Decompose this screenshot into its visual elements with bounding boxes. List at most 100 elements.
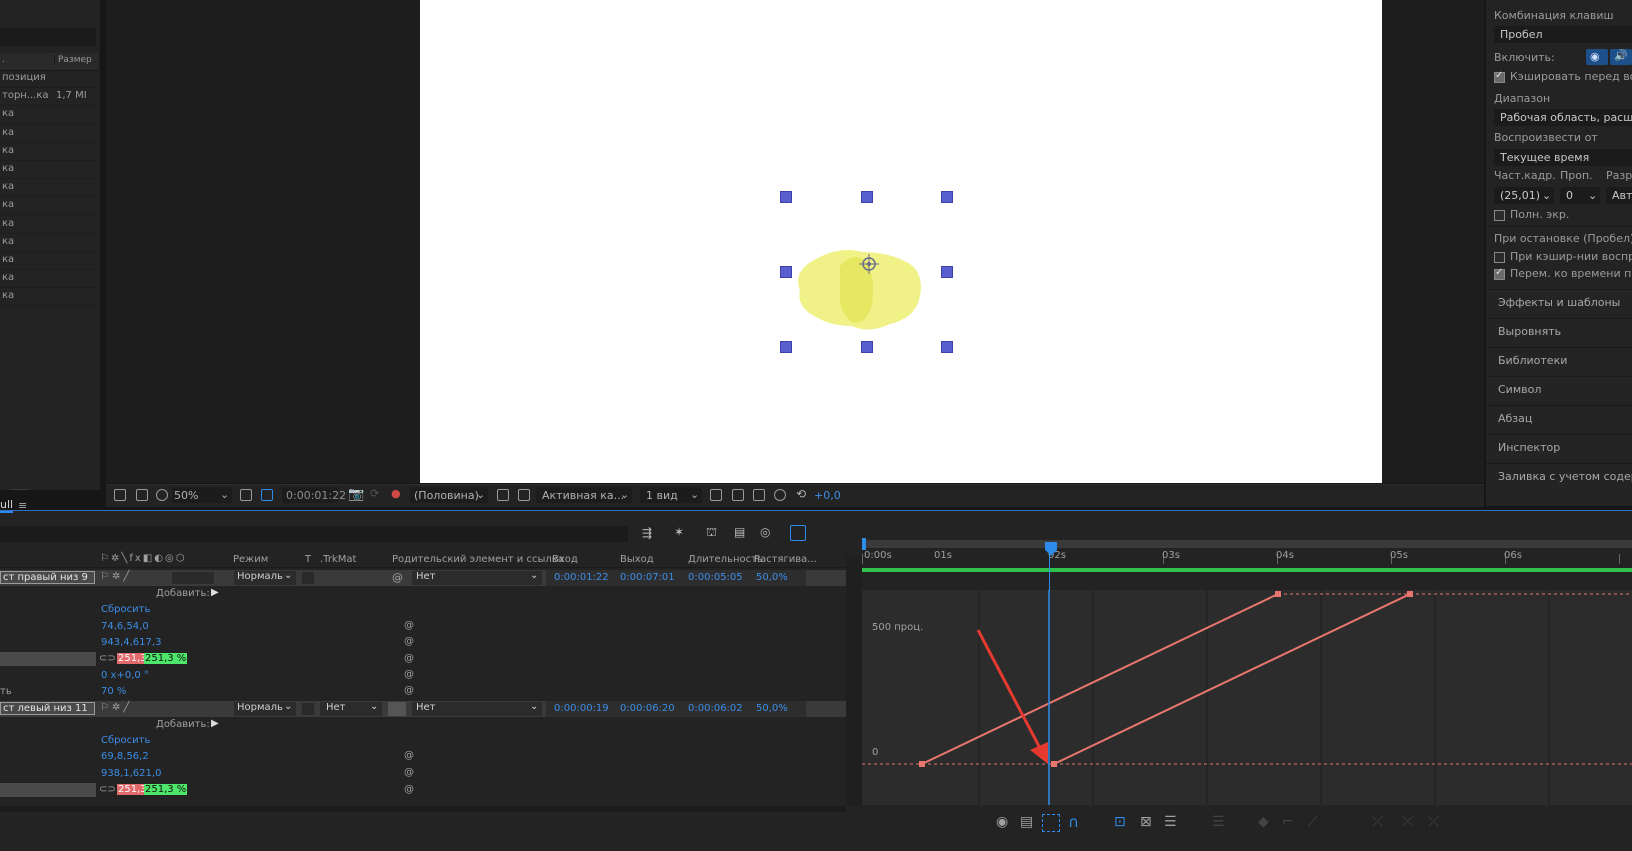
on-stop-cache-checkbox[interactable]: [1494, 252, 1505, 263]
horizontal-scrollbar[interactable]: [0, 806, 846, 812]
layer-mode-dropdown[interactable]: Нормаль ⌄: [234, 701, 296, 716]
transform-handle[interactable]: [861, 191, 873, 203]
fast-preview-icon[interactable]: [497, 489, 509, 501]
transform-handle[interactable]: [941, 191, 953, 203]
flowchart-icon[interactable]: [753, 489, 765, 501]
pickwhip-icon[interactable]: @: [392, 571, 403, 584]
region-of-interest-icon[interactable]: [261, 489, 273, 501]
anchor-point-value[interactable]: 74,6,54,0: [101, 621, 149, 632]
camera-snapshot-icon[interactable]: 📷: [348, 487, 364, 502]
move-time-checkbox[interactable]: [1494, 267, 1505, 280]
rotation-value[interactable]: 0 x+0,0 °: [101, 670, 149, 681]
play-from-dropdown[interactable]: Текущее время: [1494, 149, 1632, 166]
selected-property-bar[interactable]: [0, 783, 96, 797]
constrain-link-icon[interactable]: ⊂⊃: [99, 653, 116, 664]
layer-name[interactable]: ст левый низ 11: [0, 702, 95, 715]
channel-icon[interactable]: ●: [391, 487, 401, 500]
motion-blur-icon[interactable]: ◎: [760, 525, 770, 539]
snap-icon[interactable]: ∩: [1068, 813, 1079, 831]
layer-stretch[interactable]: 50,0%: [756, 703, 788, 714]
timeline-scrollbar[interactable]: [846, 556, 862, 806]
column-trkmat[interactable]: .TrkMat: [320, 554, 356, 565]
layer-row[interactable]: ст правый низ 9 ⚐✲╱ Нормаль ⌄ @ Нет ⌄ 0:00…: [0, 570, 846, 586]
camera-dropdown[interactable]: Активная ка... ⌄: [536, 487, 632, 503]
composition-viewer[interactable]: [106, 0, 1484, 483]
add-property-icon[interactable]: ▶: [211, 587, 219, 598]
project-item[interactable]: ка: [0, 234, 98, 252]
fps-dropdown[interactable]: (25,01) ⌄: [1494, 187, 1554, 204]
fit-frame-icon[interactable]: [240, 489, 252, 501]
project-item[interactable]: ка: [0, 161, 98, 179]
panel-section[interactable]: Заливка с учетом содерж: [1486, 463, 1632, 490]
project-col-name[interactable]: .: [2, 55, 5, 65]
panel-divider[interactable]: [1484, 0, 1486, 506]
mask-view-icon[interactable]: [156, 489, 168, 501]
panel-menu-icon[interactable]: ≡: [18, 499, 27, 512]
scale-y-value[interactable]: 251,3 %: [144, 784, 188, 795]
layer-mode-dropdown[interactable]: Нормаль ⌄: [234, 570, 296, 585]
skip-dropdown[interactable]: 0 ⌄: [1560, 187, 1600, 204]
pickwhip-icon[interactable]: @: [404, 784, 414, 795]
layer-duration[interactable]: 0:00:06:02: [688, 703, 743, 714]
anchor-point-value[interactable]: 69,8,56,2: [101, 751, 149, 762]
layer-switch-boxes[interactable]: [172, 572, 214, 584]
res-dropdown[interactable]: Авт: [1606, 187, 1632, 204]
always-preview-icon[interactable]: [114, 489, 126, 501]
layer-switches[interactable]: ⚐✲╱: [100, 571, 132, 582]
selected-property-bar[interactable]: [0, 652, 96, 666]
timeline-search-input[interactable]: [0, 526, 628, 542]
reset-icon[interactable]: ⟲: [796, 487, 806, 501]
exposure-value[interactable]: +0,0: [814, 489, 841, 502]
project-search-input[interactable]: [0, 28, 96, 46]
reset-transform-link[interactable]: Сбросить: [101, 735, 150, 746]
transparency-grid-icon[interactable]: [518, 489, 530, 501]
panel-section[interactable]: Символ: [1486, 376, 1632, 403]
time-ruler[interactable]: 0:00s 01s 02s 03s 04s 05s 06s: [862, 538, 1632, 572]
fit-selection-icon[interactable]: ⊠: [1140, 814, 1152, 830]
frame-blending-icon[interactable]: ▤: [734, 525, 745, 539]
parent-dropdown[interactable]: Нет ⌄: [412, 570, 542, 585]
hide-shy-icon[interactable]: ⛫: [706, 525, 717, 541]
eye-icon[interactable]: ◉: [996, 814, 1008, 830]
add-property-icon[interactable]: ▶: [211, 718, 219, 729]
column-out[interactable]: Выход: [620, 554, 654, 565]
panel-section[interactable]: Инспектор: [1486, 434, 1632, 461]
reset-transform-link[interactable]: Сбросить: [101, 604, 150, 615]
scale-y-value[interactable]: 251,3 %: [144, 653, 188, 664]
eye-toggle[interactable]: ◉: [1586, 49, 1608, 65]
transform-handle[interactable]: [941, 266, 953, 278]
graph-editor[interactable]: 500 проц. 0: [862, 590, 1632, 805]
views-dropdown[interactable]: 1 вид ⌄: [640, 487, 702, 503]
layer-switches[interactable]: ⚐✲╱: [100, 702, 132, 713]
project-item[interactable]: ка: [0, 288, 98, 307]
3d-view-icon[interactable]: [774, 489, 786, 501]
project-item[interactable]: торн...ка 1,7 MI: [0, 88, 98, 107]
project-item[interactable]: ка: [0, 197, 98, 216]
pickwhip-icon[interactable]: @: [404, 685, 414, 696]
layer-in-point[interactable]: 0:00:00:19: [554, 703, 609, 714]
pickwhip-icon[interactable]: @: [404, 653, 414, 664]
auto-zoom-icon[interactable]: ⊡: [1114, 814, 1126, 830]
work-area-bar[interactable]: [862, 540, 1632, 548]
panel-section[interactable]: Эффекты и шаблоны: [1486, 289, 1632, 316]
layer-stretch[interactable]: 50,0%: [756, 572, 788, 583]
transform-handle[interactable]: [780, 341, 792, 353]
layer-row[interactable]: ст левый низ 11 ⚐✲╱ Нормаль ⌄ Нет ⌄ Нет ⌄ 0…: [0, 701, 846, 717]
project-item[interactable]: ка: [0, 270, 98, 289]
preserve-transparency-box[interactable]: [302, 572, 314, 584]
project-scrollbar[interactable]: [6, 489, 32, 490]
pickwhip-icon[interactable]: [388, 702, 406, 716]
shortcut-dropdown[interactable]: Пробел: [1494, 26, 1632, 43]
position-value[interactable]: 943,4,617,3: [101, 637, 161, 648]
timeline-tab[interactable]: ull: [0, 498, 14, 513]
resolution-dropdown[interactable]: (Половина) ⌄: [410, 487, 488, 503]
transform-handle[interactable]: [941, 341, 953, 353]
pickwhip-icon[interactable]: @: [404, 620, 414, 631]
panel-section[interactable]: Абзац: [1486, 405, 1632, 432]
work-area-start-handle[interactable]: [862, 538, 866, 550]
trkmat-dropdown[interactable]: Нет ⌄: [320, 701, 382, 716]
preserve-transparency-box[interactable]: [302, 703, 314, 715]
parent-dropdown[interactable]: Нет ⌄: [412, 701, 542, 716]
opacity-value[interactable]: 70 %: [101, 686, 126, 697]
layer-out-point[interactable]: 0:00:07:01: [620, 572, 675, 583]
